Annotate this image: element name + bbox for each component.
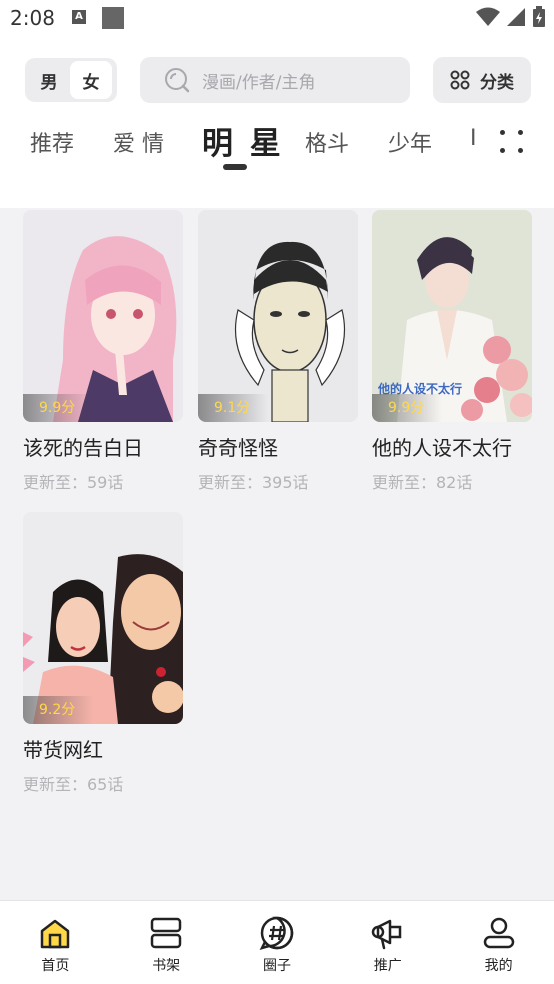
app-notification-icon: [102, 7, 124, 29]
cover-illustration-face: [235, 241, 345, 422]
comic-title[interactable]: 奇奇怪怪: [198, 432, 358, 461]
tab-fighting[interactable]: 格斗: [305, 126, 349, 158]
comic-update: 更新至：82话: [372, 473, 473, 492]
cover-illustration-three-people: [23, 554, 183, 724]
comic-update: 更新至：65话: [23, 775, 124, 794]
nav-community[interactable]: 圈子: [222, 901, 333, 984]
header: 男 女 漫画/作者/主角 分类 推荐 爱 情 明 星 格斗 少年 I: [0, 38, 554, 208]
signal-icon: [507, 8, 525, 26]
comic-update: 更新至：395话: [198, 473, 309, 492]
comic-update: 更新至：59话: [23, 473, 124, 492]
nav-bookshelf-label: 书架: [152, 958, 181, 974]
active-tab-indicator: [223, 164, 247, 170]
comic-cover[interactable]: 9.2分: [23, 512, 183, 724]
nav-promote-label: 推广: [373, 958, 402, 974]
tab-romance[interactable]: 爱 情: [113, 126, 164, 158]
wifi-icon: [476, 7, 500, 26]
comic-card[interactable]: 9.2分 带货网红 更新至：65话: [23, 512, 183, 795]
nav-bookshelf[interactable]: 书架: [111, 901, 222, 984]
comic-card[interactable]: 9.1分 奇奇怪怪 更新至：395话: [198, 210, 358, 493]
gender-female-option[interactable]: 女: [70, 61, 112, 99]
search-placeholder: 漫画/作者/主角: [202, 72, 316, 93]
comic-score: 9.9分: [23, 394, 93, 422]
tab-youth[interactable]: 少年: [388, 126, 432, 158]
battery-icon: [533, 6, 545, 27]
comic-cover[interactable]: 他的人设不太行 9.9分: [372, 210, 532, 422]
promote-icon: [371, 919, 402, 950]
status-time: 2:08: [10, 6, 55, 30]
cover-illustration-pink-hair: [53, 236, 177, 422]
profile-icon: [483, 917, 514, 949]
community-icon: [259, 916, 294, 950]
comic-title[interactable]: 该死的告白日: [23, 432, 183, 461]
status-bar: 2:08 A: [0, 0, 554, 38]
comic-card[interactable]: 9.9分 该死的告白日 更新至：59话: [23, 210, 183, 493]
gender-switch: 男 女: [25, 58, 117, 102]
comic-title[interactable]: 他的人设不太行: [372, 432, 532, 461]
nav-community-label: 圈子: [262, 958, 291, 974]
bookshelf-icon: [150, 917, 182, 949]
nav-home-label: 首页: [41, 958, 70, 974]
category-label: 分类: [480, 72, 514, 93]
notification-icon: A: [72, 10, 86, 24]
search-bar[interactable]: 漫画/作者/主角: [140, 57, 410, 103]
tab-celebrity[interactable]: 明 星: [202, 118, 284, 163]
search-icon: [165, 68, 190, 93]
bottom-navigation: 首页 书架 圈子 推广 我的: [0, 900, 554, 984]
comic-cover[interactable]: 9.9分: [23, 210, 183, 422]
tab-recommend[interactable]: 推荐: [30, 126, 74, 158]
comic-score: 9.9分: [372, 394, 442, 422]
more-tabs-icon[interactable]: [500, 130, 524, 154]
nav-profile-label: 我的: [484, 958, 513, 974]
comic-title[interactable]: 带货网红: [23, 734, 183, 763]
nav-home[interactable]: 首页: [0, 901, 111, 984]
category-button[interactable]: 分类: [433, 57, 531, 103]
status-icons: [476, 6, 546, 28]
nav-promote[interactable]: 推广: [332, 901, 443, 984]
nav-profile[interactable]: 我的: [443, 901, 554, 984]
comic-score: 9.1分: [198, 394, 268, 422]
comic-cover[interactable]: 9.1分: [198, 210, 358, 422]
comic-score: 9.2分: [23, 696, 93, 724]
comic-card[interactable]: 他的人设不太行 9.9分 他的人设不太行 更新至：82话: [372, 210, 532, 493]
gender-male-option[interactable]: 男: [28, 61, 70, 99]
category-grid-icon: [450, 70, 470, 90]
home-icon: [41, 919, 70, 949]
tab-next-partial[interactable]: I: [470, 126, 477, 151]
